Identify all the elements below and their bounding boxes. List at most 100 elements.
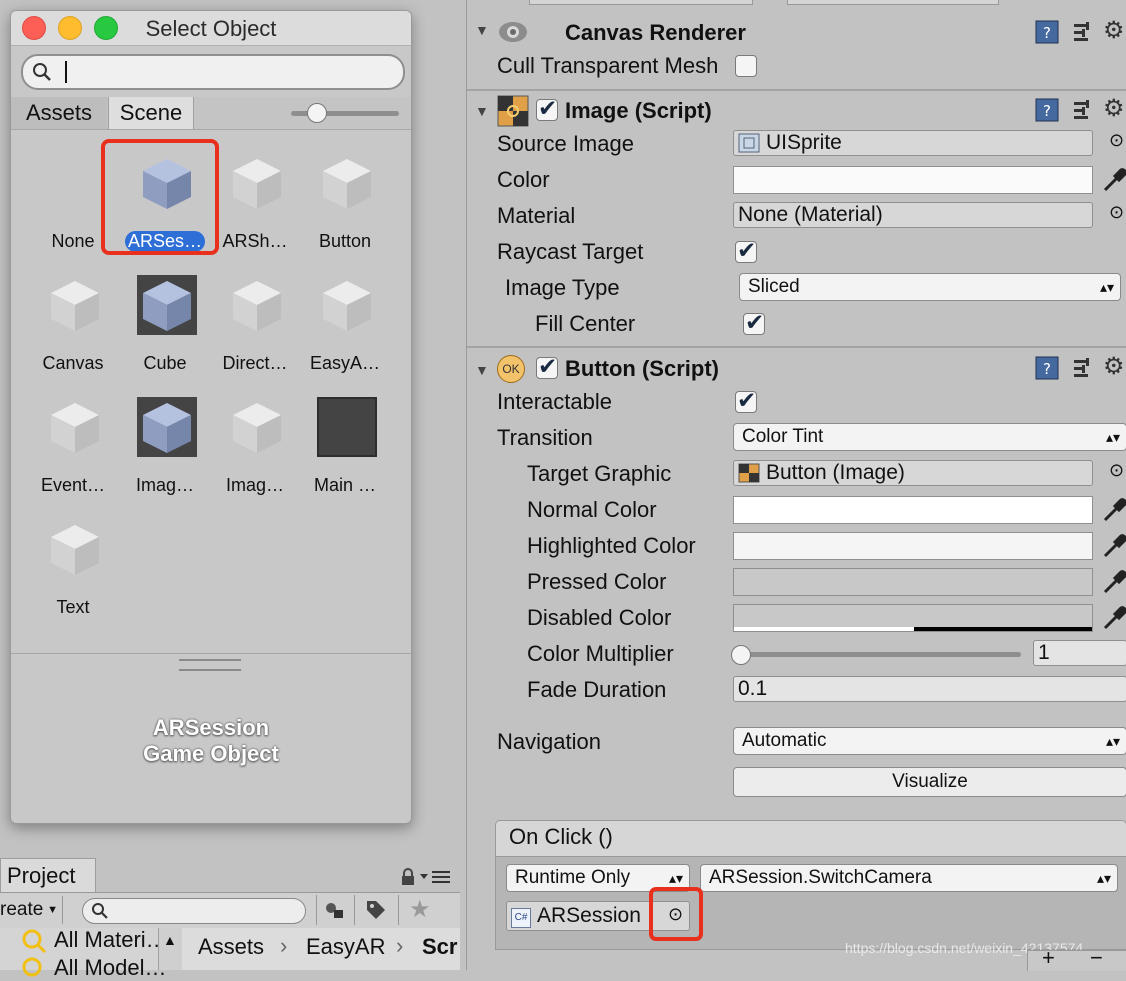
preset-sliders-icon[interactable] (1071, 356, 1095, 380)
eye-icon (499, 22, 527, 42)
project-tree: All Materi… All Model… ▲ (0, 927, 183, 980)
tree-item-all-models[interactable]: All Model… (20, 955, 166, 980)
on-click-label: On Click () (509, 824, 613, 849)
breadcrumb-item[interactable]: Assets (198, 934, 264, 960)
lock-icon[interactable] (400, 868, 416, 886)
favorites-button[interactable]: ★ (398, 895, 439, 925)
object-item[interactable]: Imag… (209, 391, 301, 511)
filter-by-type-button[interactable] (316, 895, 351, 925)
object-item[interactable]: EasyA… (299, 269, 391, 389)
function-value: ARSession.SwitchCamera (709, 867, 932, 888)
source-image-field[interactable]: UISprite (733, 130, 1093, 156)
tab-assets[interactable]: Assets (11, 97, 107, 129)
object-item-label: Imag… (225, 475, 285, 495)
object-item[interactable]: Button (299, 147, 391, 267)
highlight-outline (649, 887, 703, 941)
help-book-icon[interactable]: ? (1033, 96, 1061, 124)
raycast-target-checkbox[interactable] (735, 237, 757, 264)
visualize-button[interactable]: Visualize (733, 767, 1126, 797)
transition-dropdown[interactable]: Color Tint ▴▾ (733, 423, 1126, 451)
image-script-title: Image (Script) (565, 98, 712, 123)
fade-duration-input[interactable]: 0.1 (733, 676, 1126, 702)
foldout-arrow-icon[interactable]: ▼ (475, 22, 489, 38)
pressed-color-swatch[interactable] (733, 568, 1093, 596)
help-book-icon[interactable]: ? (1033, 354, 1061, 382)
tag-icon (367, 901, 385, 919)
tree-scrollbar[interactable]: ▲ (158, 928, 183, 970)
eyedropper-icon[interactable] (1101, 604, 1126, 632)
project-tab[interactable]: Project (0, 858, 96, 892)
color-multiplier-slider[interactable] (737, 652, 1021, 657)
tab-scene[interactable]: Scene (108, 97, 194, 129)
gear-icon[interactable]: ⚙ (1103, 94, 1125, 123)
eyedropper-icon[interactable] (1101, 496, 1126, 524)
object-item[interactable]: ARSh… (209, 147, 301, 267)
list-add-remove: + − (1027, 945, 1126, 971)
object-item[interactable]: Text (27, 513, 119, 633)
preview-divider (11, 653, 411, 654)
cube-icon (137, 275, 197, 335)
cull-transparent-mesh-checkbox[interactable] (735, 55, 757, 77)
text-caret (65, 61, 67, 83)
preset-sliders-icon[interactable] (1071, 20, 1095, 44)
object-item[interactable]: Main … (299, 391, 391, 511)
search-icon (92, 903, 108, 919)
object-item-label: Cube (143, 353, 187, 373)
help-book-icon[interactable]: ? (1033, 18, 1061, 46)
material-field[interactable]: None (Material) (733, 202, 1093, 228)
target-object-value: ARSession (537, 904, 641, 927)
breadcrumb-item[interactable]: Scr (422, 934, 457, 960)
camera-thumbnail-icon (317, 397, 377, 457)
source-image-value: UISprite (766, 131, 842, 154)
fill-center-checkbox[interactable] (743, 309, 765, 336)
normal-color-swatch[interactable] (733, 496, 1093, 524)
minus-icon[interactable]: − (1090, 945, 1103, 971)
dropdown-arrows-icon: ▴▾ (1105, 429, 1120, 445)
plus-icon[interactable]: + (1042, 945, 1055, 971)
tree-item-all-materials[interactable]: All Materi… (20, 927, 168, 953)
csharp-script-icon: C# (511, 908, 531, 928)
object-item[interactable]: Canvas (27, 269, 119, 389)
search-input[interactable] (21, 54, 405, 90)
gear-icon[interactable]: ⚙ (1103, 16, 1125, 45)
svg-text:?: ? (1043, 102, 1051, 120)
object-picker-icon[interactable]: ⊙ (1109, 130, 1124, 151)
object-item[interactable]: Event… (27, 391, 119, 511)
breadcrumb-item[interactable]: EasyAR (306, 934, 385, 960)
foldout-arrow-icon[interactable]: ▼ (475, 362, 489, 378)
filter-by-label-button[interactable] (354, 895, 395, 925)
material-label: Material (497, 203, 576, 228)
eyedropper-icon[interactable] (1101, 166, 1126, 194)
function-dropdown[interactable]: ARSession.SwitchCamera ▴▾ (700, 864, 1118, 892)
slider-knob[interactable] (731, 645, 751, 665)
navigation-dropdown[interactable]: Automatic ▴▾ (733, 727, 1126, 755)
object-picker-icon[interactable]: ⊙ (1109, 202, 1124, 223)
create-dropdown[interactable]: reate ▼ (0, 896, 63, 924)
eyedropper-icon[interactable] (1101, 568, 1126, 596)
preset-sliders-icon[interactable] (1071, 98, 1095, 122)
gear-icon[interactable]: ⚙ (1103, 352, 1125, 381)
color-multiplier-input[interactable]: 1 (1033, 640, 1126, 666)
disabled-color-swatch[interactable] (733, 604, 1093, 632)
image-type-dropdown[interactable]: Sliced ▴▾ (739, 273, 1121, 301)
highlighted-color-swatch[interactable] (733, 532, 1093, 560)
window-title: Select Object (145, 16, 277, 41)
panel-menu-icon[interactable] (420, 870, 452, 884)
on-click-header: On Click () (495, 820, 1126, 856)
cube-icon (323, 159, 371, 209)
interactable-checkbox[interactable] (735, 387, 757, 414)
color-label: Color (497, 167, 550, 192)
target-graphic-field[interactable]: Button (Image) (733, 460, 1093, 486)
object-item[interactable]: Cube (119, 269, 211, 389)
image-enabled-checkbox[interactable] (536, 95, 558, 122)
foldout-arrow-icon[interactable]: ▼ (475, 103, 489, 119)
object-item[interactable]: Direct… (209, 269, 301, 389)
resize-handle[interactable] (179, 659, 241, 671)
object-picker-icon[interactable]: ⊙ (1109, 460, 1124, 481)
object-item[interactable]: Imag… (119, 391, 211, 511)
color-swatch[interactable] (733, 166, 1093, 194)
project-search-input[interactable] (82, 898, 306, 924)
slider-knob[interactable] (307, 103, 327, 123)
button-enabled-checkbox[interactable] (536, 353, 558, 380)
eyedropper-icon[interactable] (1101, 532, 1126, 560)
